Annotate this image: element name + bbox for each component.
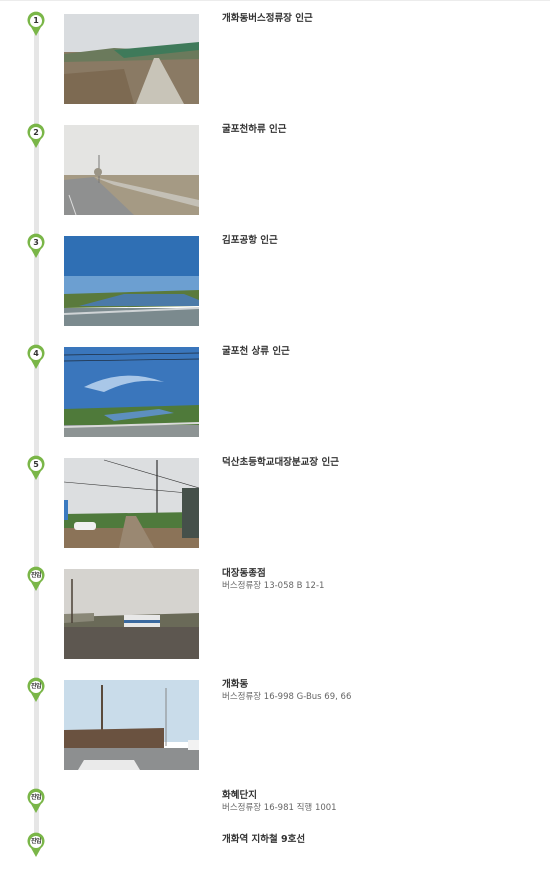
stop-marker: 진입 bbox=[26, 832, 46, 858]
stop-subtitle: 버스정류장 16-998 G-Bus 69, 66 bbox=[222, 692, 352, 702]
timeline-line bbox=[34, 27, 39, 847]
stop-title: 개화역 지하철 9호선 bbox=[222, 834, 306, 845]
stop-marker: 진입 bbox=[26, 788, 46, 814]
village-road-photo-image bbox=[64, 458, 199, 548]
stop-badge: 진입 bbox=[30, 683, 42, 690]
stop-badge: 진입 bbox=[30, 572, 42, 579]
stop-title: 개화동 bbox=[222, 679, 249, 690]
stop-photo[interactable] bbox=[64, 569, 199, 659]
stop-photo[interactable] bbox=[64, 680, 199, 770]
stop-title: 덕산초등학교대장분교장 인근 bbox=[222, 457, 339, 468]
river-photo-image bbox=[64, 236, 199, 326]
stop-title: 개화동버스정류장 인근 bbox=[222, 13, 313, 24]
stop-badge: 3 bbox=[33, 238, 39, 247]
route-page: 1 개화동버스정류장 인근 2 굴포천하류 인근 3 김포공항 인근 4 굴포천… bbox=[0, 0, 550, 871]
stop-badge: 진입 bbox=[30, 794, 42, 801]
stop-marker: 3 bbox=[26, 233, 46, 259]
river-photo-image bbox=[64, 347, 199, 437]
stop-title: 굴포천 상류 인근 bbox=[222, 346, 290, 357]
stop-photo[interactable] bbox=[64, 236, 199, 326]
stop-photo[interactable] bbox=[64, 125, 199, 215]
stop-marker: 2 bbox=[26, 123, 46, 149]
road-photo-image bbox=[64, 14, 199, 104]
stop-subtitle: 버스정류장 13-058 B 12-1 bbox=[222, 581, 325, 591]
stop-title: 화혜단지 bbox=[222, 790, 257, 801]
stop-title: 굴포천하류 인근 bbox=[222, 124, 287, 135]
stop-marker: 진입 bbox=[26, 677, 46, 703]
stop-badge: 1 bbox=[33, 16, 39, 25]
stop-title: 김포공항 인근 bbox=[222, 235, 278, 246]
stop-title: 대장동종점 bbox=[222, 568, 266, 579]
stop-badge: 2 bbox=[33, 128, 39, 137]
bus-terminal-photo-image bbox=[64, 569, 199, 659]
stop-marker: 5 bbox=[26, 455, 46, 481]
stop-marker: 4 bbox=[26, 344, 46, 370]
stop-badge: 5 bbox=[33, 460, 39, 469]
stop-badge: 4 bbox=[33, 349, 39, 358]
stop-badge: 진입 bbox=[30, 838, 42, 845]
stop-photo[interactable] bbox=[64, 347, 199, 437]
stop-subtitle: 버스정류장 16-981 직행 1001 bbox=[222, 803, 337, 813]
stop-marker: 1 bbox=[26, 11, 46, 37]
street-photo-image bbox=[64, 680, 199, 770]
stop-photo[interactable] bbox=[64, 458, 199, 548]
road-photo-image bbox=[64, 125, 199, 215]
stop-photo[interactable] bbox=[64, 14, 199, 104]
stop-marker: 진입 bbox=[26, 566, 46, 592]
